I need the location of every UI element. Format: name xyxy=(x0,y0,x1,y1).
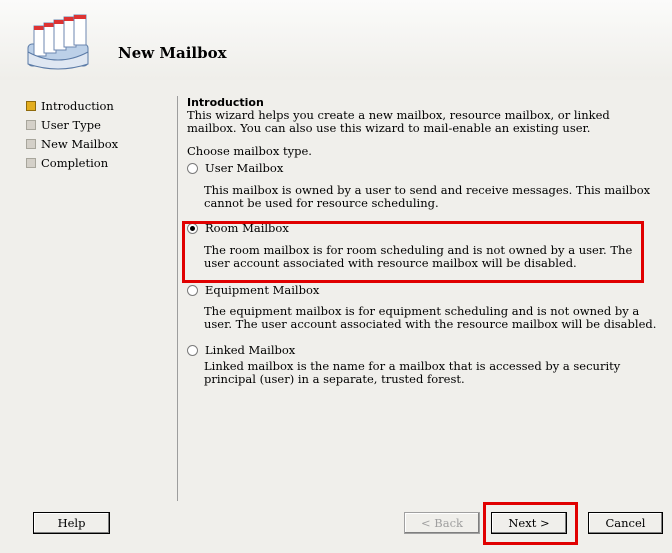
back-button[interactable]: < Back xyxy=(404,512,480,534)
linked-mailbox-description: Linked mailbox is the name for a mailbox… xyxy=(204,359,621,386)
user-mailbox-label[interactable]: User Mailbox xyxy=(205,161,283,175)
option-linked-mailbox: Linked Mailbox Linked mailbox is the nam… xyxy=(187,342,657,385)
equipment-mailbox-radio[interactable] xyxy=(187,284,198,296)
vertical-divider xyxy=(177,96,178,501)
equipment-mailbox-label[interactable]: Equipment Mailbox xyxy=(205,283,319,297)
room-mailbox-highlight-box xyxy=(182,221,644,283)
wizard-title: New Mailbox xyxy=(118,44,227,62)
equipment-mailbox-description: The equipment mailbox is for equipment s… xyxy=(204,304,657,331)
cancel-button[interactable]: Cancel xyxy=(588,512,663,534)
intro-text: This wizard helps you create a new mailb… xyxy=(187,108,610,135)
linked-mailbox-radio[interactable] xyxy=(187,344,198,356)
option-user-mailbox: User Mailbox This mailbox is owned by a … xyxy=(187,160,657,209)
help-button[interactable]: Help xyxy=(33,512,110,534)
current-step-marker-icon xyxy=(26,100,36,111)
nav-step-label: New Mailbox xyxy=(41,136,119,151)
nav-step-label: User Type xyxy=(41,117,101,132)
step-marker-icon xyxy=(26,119,36,130)
wizard-steps-nav: Introduction User Type New Mailbox Compl… xyxy=(26,96,176,172)
nav-step-label: Completion xyxy=(41,155,109,170)
nav-step-new-mailbox: New Mailbox xyxy=(26,134,176,153)
nav-step-introduction: Introduction xyxy=(26,96,176,115)
next-button-highlight-box xyxy=(483,502,578,545)
nav-step-label: Introduction xyxy=(41,98,114,113)
option-equipment-mailbox: Equipment Mailbox The equipment mailbox … xyxy=(187,282,657,330)
mailbox-wizard-icon xyxy=(27,14,89,70)
user-mailbox-radio[interactable] xyxy=(187,162,198,174)
wizard-header: New Mailbox xyxy=(0,0,672,80)
linked-mailbox-label[interactable]: Linked Mailbox xyxy=(205,343,295,357)
user-mailbox-description: This mailbox is owned by a user to send … xyxy=(204,183,651,210)
choose-type-label: Choose mailbox type. xyxy=(187,144,312,158)
nav-step-user-type: User Type xyxy=(26,115,176,134)
step-marker-icon xyxy=(26,157,36,168)
step-marker-icon xyxy=(26,138,36,149)
nav-step-completion: Completion xyxy=(26,153,176,172)
